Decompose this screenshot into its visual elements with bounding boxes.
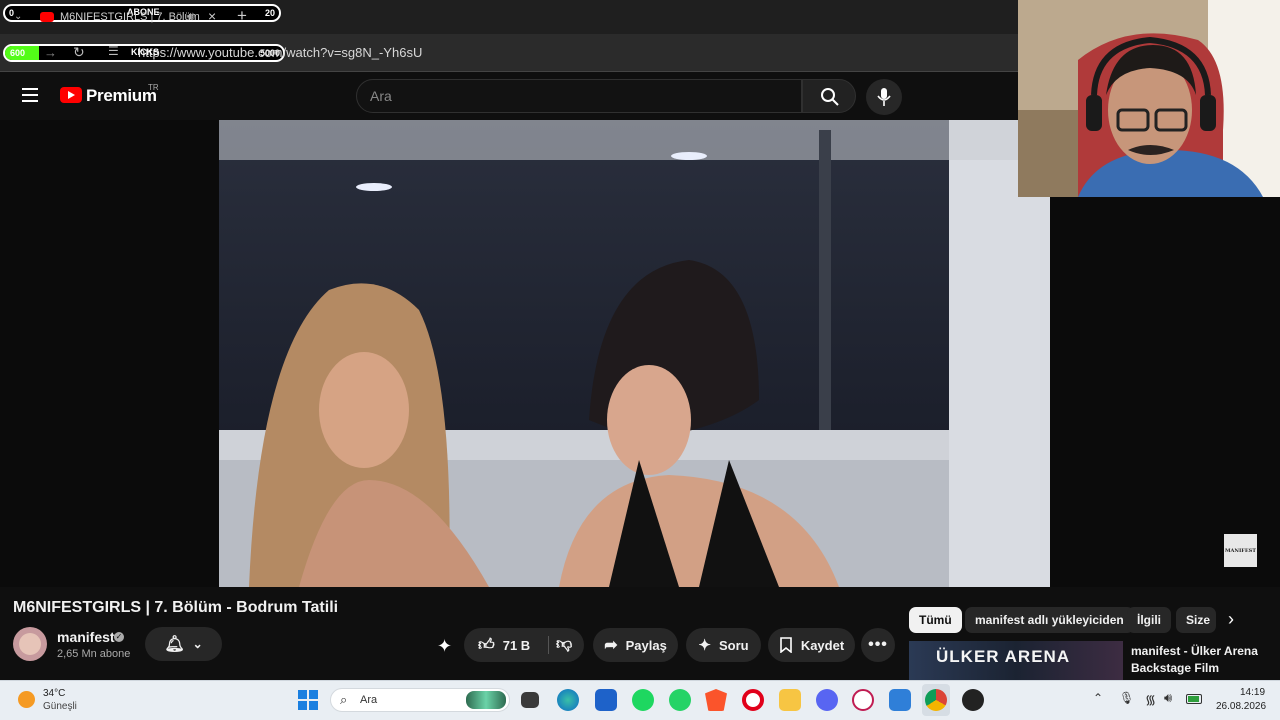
sparkle-icon[interactable]: ✦ [437, 636, 452, 657]
clock-time[interactable]: 14:19 [1240, 687, 1265, 698]
weather-condition[interactable]: Güneşli [43, 701, 77, 712]
url-input[interactable]: https://www.youtube.com/watch?v=sg8N_-Yh… [138, 45, 422, 60]
weather-temperature[interactable]: 34°C [43, 688, 65, 699]
save-button[interactable]: Kaydet [768, 628, 855, 662]
like-dislike-group: 👍︎ 71 B 👎︎ [464, 628, 584, 662]
edge-icon[interactable] [557, 689, 579, 711]
taskbar-search-label: Ara [360, 694, 378, 706]
tab-audio-icon[interactable]: 🔊︎ [187, 9, 195, 24]
video-player[interactable] [219, 120, 1050, 587]
file-explorer-icon[interactable] [779, 689, 801, 711]
taskbar-search-icon: ⌕ [340, 692, 348, 707]
discord-icon[interactable] [816, 689, 838, 711]
app-icon-2[interactable] [889, 689, 911, 711]
search-input[interactable]: Ara [356, 79, 802, 113]
subscriber-count: 2,65 Mn abone [57, 648, 131, 660]
channel-avatar[interactable] [13, 627, 47, 661]
search-highlight-image [466, 691, 506, 709]
ask-button[interactable]: ✦ Soru [686, 628, 761, 662]
share-button[interactable]: ➦ Paylaş [593, 628, 678, 662]
kicks-goal-label: KICKS [131, 47, 160, 57]
microphone-icon [877, 88, 891, 106]
menu-icon[interactable] [22, 88, 38, 102]
bell-icon: 🔔︎ [164, 636, 185, 653]
spotify-icon[interactable] [632, 689, 654, 711]
voice-search-button[interactable] [866, 79, 902, 115]
chip-all[interactable]: Tümü [909, 607, 962, 633]
more-horiz-icon: ••• [868, 636, 888, 653]
share-label: Paylaş [625, 637, 667, 653]
tab-search-chevron-icon[interactable]: ⌄ [14, 11, 22, 22]
tab-title[interactable]: M6NIFESTGIRLS | 7. Bölüm [60, 11, 200, 23]
youtube-logo-icon[interactable] [60, 87, 82, 103]
forward-icon[interactable]: → [44, 45, 57, 60]
chip-from-uploader[interactable]: manifest adlı yükleyiciden [965, 607, 1134, 633]
search-placeholder: Ara [370, 88, 392, 104]
dislike-icon[interactable]: 👎︎ [556, 635, 572, 654]
chrome-icon[interactable] [925, 689, 947, 711]
like-count[interactable]: 71 B [503, 638, 530, 653]
like-divider [548, 636, 549, 654]
whatsapp-icon[interactable] [669, 689, 691, 711]
reload-icon[interactable]: ↻ [73, 44, 85, 61]
tab-close-icon[interactable]: × [208, 8, 216, 24]
chip-related[interactable]: İlgili [1127, 607, 1171, 633]
wifi-icon[interactable]: ᯾ [1145, 690, 1156, 708]
channel-name[interactable]: manifest [57, 629, 115, 645]
channel-watermark[interactable]: MANIFEST [1224, 534, 1257, 567]
bookmark-icon [780, 637, 792, 653]
opera-gx-icon[interactable] [852, 689, 874, 711]
share-icon: ➦ [604, 637, 618, 654]
volume-icon[interactable]: 🔊︎ [1164, 690, 1172, 706]
verified-check-icon: ✓ [114, 632, 124, 642]
ask-sparkle-icon: ✦ [698, 637, 711, 654]
subscription-bell-button[interactable]: 🔔︎ ⌄ [145, 627, 222, 661]
youtube-premium-logo[interactable]: Premium [86, 86, 157, 106]
brave-icon[interactable] [705, 689, 727, 711]
tray-overflow-icon[interactable]: ⌃ [1093, 691, 1103, 705]
chip-for-you[interactable]: Size [1176, 607, 1216, 633]
taskbar-search[interactable]: ⌕ Ara [330, 688, 510, 712]
ask-label: Soru [718, 637, 749, 653]
kicks-count-current: 600 [10, 48, 26, 58]
webcam-feed [1018, 0, 1280, 197]
weather-sun-icon[interactable] [18, 691, 35, 708]
video-title: M6NIFESTGIRLS | 7. Bölüm - Bodrum Tatili [13, 599, 339, 616]
region-code: TR [148, 83, 159, 92]
chips-next-icon[interactable]: › [1228, 609, 1234, 630]
related-thumbnail-text: ÜLKER ARENA [936, 647, 1071, 666]
battery-icon[interactable] [1186, 694, 1202, 704]
save-label: Kaydet [800, 637, 845, 653]
related-video-title[interactable]: manifest - Ülker Arena Backstage Film [1131, 643, 1271, 677]
streamer-webcam [1018, 0, 1280, 197]
video-letterbox-left [0, 120, 219, 587]
chevron-down-icon: ⌄ [192, 637, 203, 651]
tray-mic-icon[interactable]: 🎙︎ [1119, 691, 1134, 705]
opera-icon[interactable] [742, 689, 764, 711]
video-frame [219, 120, 1050, 587]
search-icon [821, 88, 839, 106]
obs-icon[interactable] [962, 689, 984, 711]
app-icon[interactable] [595, 689, 617, 711]
abone-count-goal: 20 [264, 8, 275, 18]
windows-start-icon[interactable] [298, 690, 318, 710]
site-settings-icon[interactable]: ☰ [108, 44, 119, 58]
more-actions-button[interactable]: ••• [861, 628, 895, 662]
new-tab-icon[interactable]: + [237, 6, 247, 26]
clock-date[interactable]: 26.08.2026 [1216, 701, 1266, 712]
related-thumbnail[interactable]: ÜLKER ARENA [909, 641, 1123, 681]
youtube-favicon-icon [40, 12, 54, 22]
search-button[interactable] [802, 79, 856, 113]
like-icon[interactable]: 👍︎ [478, 636, 495, 655]
watermark-text: MANIFEST [1224, 547, 1256, 554]
task-view-icon[interactable] [521, 692, 539, 708]
